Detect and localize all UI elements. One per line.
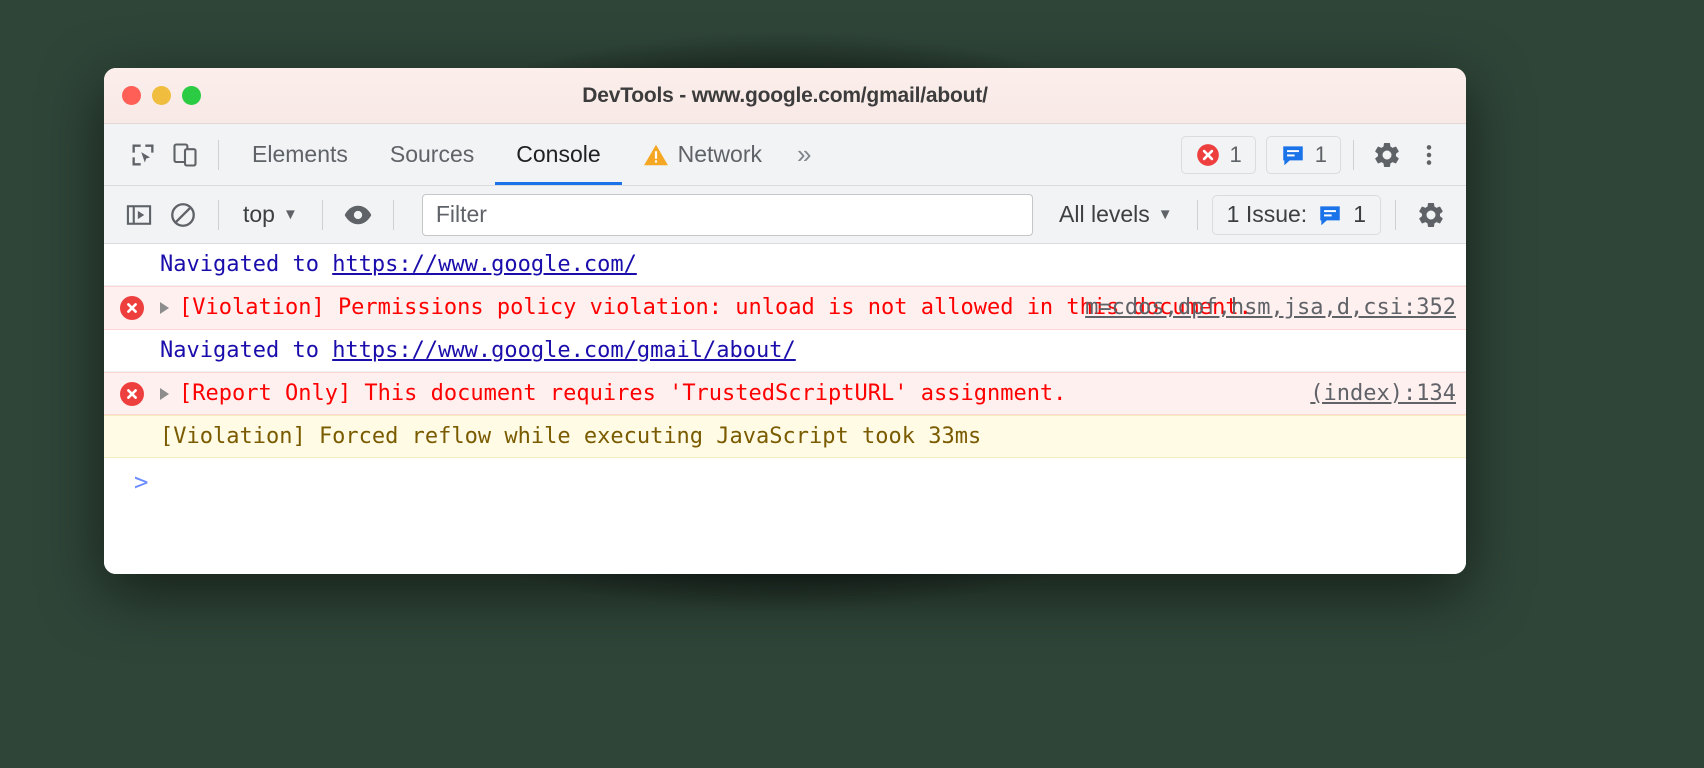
log-level-label: All levels xyxy=(1059,201,1150,227)
minimize-window-button[interactable] xyxy=(152,86,171,105)
source-location[interactable]: (index):134 xyxy=(1310,381,1456,406)
row-gutter xyxy=(104,422,160,425)
expand-triangle-icon[interactable] xyxy=(160,387,169,400)
maximize-window-button[interactable] xyxy=(182,86,201,105)
chevron-down-icon: ▼ xyxy=(282,206,298,223)
tab-network-label: Network xyxy=(677,141,762,167)
devtools-window: DevTools - www.google.com/gmail/about/ E… xyxy=(104,68,1466,574)
gear-icon[interactable] xyxy=(1366,134,1408,176)
window-title: DevTools - www.google.com/gmail/about/ xyxy=(582,83,988,107)
row-gutter xyxy=(104,293,160,321)
source-link[interactable]: (index):134 xyxy=(1310,381,1456,406)
inspect-cursor-icon[interactable] xyxy=(122,134,164,176)
console-row-navigated-1[interactable]: Navigated to https://www.google.com/ xyxy=(104,244,1466,287)
console-message-text: [Report Only] This document requires 'Tr… xyxy=(179,379,1466,408)
panel-tabs: Elements Sources Console Network » xyxy=(231,124,822,185)
devtools-tab-bar: Elements Sources Console Network » 1 1 xyxy=(104,124,1466,186)
console-sidebar-icon[interactable] xyxy=(118,194,160,236)
message-prefix: Navigated to xyxy=(160,337,333,363)
tab-sources[interactable]: Sources xyxy=(369,124,495,185)
log-level-selector[interactable]: All levels ▼ xyxy=(1049,195,1183,235)
error-count-badge[interactable]: 1 xyxy=(1180,135,1256,174)
console-message-text: Navigated to https://www.google.com/ xyxy=(160,250,1466,279)
message-body: [Report Only] This document requires 'Tr… xyxy=(179,380,1067,406)
device-toggle-icon[interactable] xyxy=(164,134,206,176)
console-prompt[interactable]: > xyxy=(104,458,1466,506)
error-circle-icon xyxy=(1195,142,1221,168)
issues-message-icon xyxy=(1317,202,1343,228)
issues-button-count: 1 xyxy=(1353,201,1366,227)
console-toolbar-divider-2 xyxy=(321,199,323,230)
console-message-list[interactable]: Navigated to https://www.google.com/ [Vi… xyxy=(104,244,1466,574)
error-count-label: 1 xyxy=(1229,141,1242,167)
console-toolbar-divider-4 xyxy=(1196,199,1198,230)
more-tabs-button[interactable]: » xyxy=(783,139,822,170)
execution-context-label: top xyxy=(243,201,275,227)
console-settings-gear-icon[interactable] xyxy=(1410,194,1452,236)
console-toolbar: top ▼ All levels ▼ 1 Issue: xyxy=(104,186,1466,244)
warning-triangle-icon xyxy=(643,143,669,167)
source-link[interactable]: m=cdos,dpf,hsm,jsa,d,csi:352 xyxy=(1085,295,1456,320)
console-message-text: Navigated to https://www.google.com/gmai… xyxy=(160,336,1466,365)
navigated-url-link[interactable]: https://www.google.com/ xyxy=(332,252,637,277)
prompt-caret-icon: > xyxy=(134,468,149,497)
chevron-down-icon: ▼ xyxy=(1157,206,1173,223)
tab-console-label: Console xyxy=(516,141,601,167)
issues-message-icon xyxy=(1280,142,1306,168)
console-toolbar-divider-5 xyxy=(1395,199,1396,230)
error-circle-icon xyxy=(120,296,144,321)
tab-sources-label: Sources xyxy=(389,141,475,167)
filter-input[interactable] xyxy=(421,193,1034,236)
toolbar-divider xyxy=(218,139,219,170)
traffic-lights xyxy=(122,86,201,105)
tab-console[interactable]: Console xyxy=(495,124,623,185)
console-row-trusted-script-url[interactable]: [Report Only] This document requires 'Tr… xyxy=(104,371,1466,415)
issues-count-label: 1 xyxy=(1314,141,1327,167)
kebab-menu-icon[interactable] xyxy=(1408,134,1450,176)
row-gutter xyxy=(104,336,160,339)
title-bar: DevTools - www.google.com/gmail/about/ xyxy=(104,68,1466,124)
message-prefix: Navigated to xyxy=(160,252,333,277)
row-gutter xyxy=(104,250,160,253)
live-expression-eye-icon[interactable] xyxy=(337,194,379,236)
error-circle-icon xyxy=(120,381,144,406)
console-row-navigated-2[interactable]: Navigated to https://www.google.com/gmai… xyxy=(104,329,1466,372)
tab-elements-label: Elements xyxy=(252,141,348,167)
console-row-forced-reflow[interactable]: [Violation] Forced reflow while executin… xyxy=(104,415,1466,459)
issues-button-label: 1 Issue: xyxy=(1226,201,1308,227)
clear-console-icon[interactable] xyxy=(162,194,204,236)
close-window-button[interactable] xyxy=(122,86,141,105)
issues-toolbar-button[interactable]: 1 Issue: 1 xyxy=(1211,194,1381,235)
row-gutter xyxy=(104,379,160,406)
console-message-text: [Violation] Forced reflow while executin… xyxy=(160,422,1466,451)
tab-elements[interactable]: Elements xyxy=(231,124,369,185)
execution-context-selector[interactable]: top ▼ xyxy=(233,195,308,235)
tab-network[interactable]: Network xyxy=(622,124,783,185)
console-toolbar-divider-1 xyxy=(218,199,219,230)
tabbar-right-divider xyxy=(1353,139,1354,170)
message-body: [Violation] Forced reflow while executin… xyxy=(160,424,982,449)
console-toolbar-divider-3 xyxy=(392,199,394,230)
source-location[interactable]: m=cdos,dpf,hsm,jsa,d,csi:352 xyxy=(1085,295,1456,320)
navigated-url-link[interactable]: https://www.google.com/gmail/about/ xyxy=(332,338,796,363)
expand-triangle-icon[interactable] xyxy=(160,302,169,315)
console-row-permissions-violation[interactable]: [Violation] Permissions policy violation… xyxy=(104,286,1466,330)
issues-count-badge[interactable]: 1 xyxy=(1265,135,1341,174)
